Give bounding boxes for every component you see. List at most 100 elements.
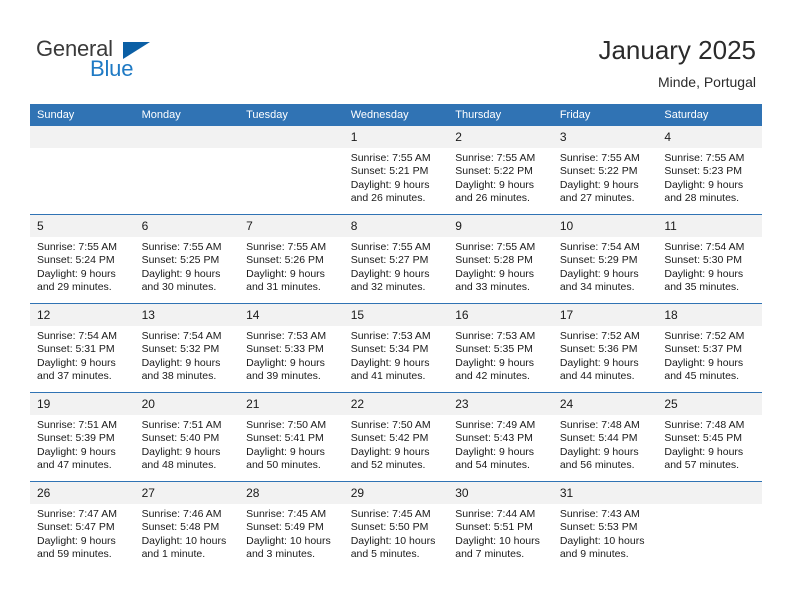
- day-detail-sunset: Sunset: 5:28 PM: [455, 254, 533, 267]
- calendar-day-cell[interactable]: 11 Sunrise: 7:54 AM Sunset: 5:30 PM Dayligh…: [657, 214, 762, 304]
- logo-text-blue: Blue: [90, 56, 134, 81]
- day-number: 19: [30, 393, 135, 415]
- calendar-day-cell[interactable]: 15 Sunrise: 7:53 AM Sunset: 5:34 PM Dayligh…: [343, 303, 449, 393]
- calendar-day-cell[interactable]: 23 Sunrise: 7:49 AM Sunset: 5:43 PM Dayligh…: [448, 392, 553, 482]
- day-detail-sunset: Sunset: 5:49 PM: [246, 521, 324, 534]
- day-details: Sunrise: 7:52 AM Sunset: 5:37 PM Daylight:…: [657, 326, 762, 384]
- page-subtitle: Minde, Portugal: [657, 74, 756, 90]
- calendar-week-row: 26 Sunrise: 7:47 AM Sunset: 5:47 PM Dayligh…: [30, 481, 762, 570]
- day-details: Sunrise: 7:54 AM Sunset: 5:30 PM Daylight:…: [657, 237, 762, 295]
- day-details: Sunrise: 7:45 AM Sunset: 5:49 PM Daylight:…: [239, 504, 344, 562]
- calendar-day-cell[interactable]: 10 Sunrise: 7:54 AM Sunset: 5:29 PM Dayligh…: [552, 214, 658, 304]
- calendar-day-cell-empty: [239, 126, 344, 215]
- day-detail-daylight-1: Daylight: 9 hours: [664, 445, 744, 458]
- calendar-day-cell[interactable]: 22 Sunrise: 7:50 AM Sunset: 5:42 PM Dayligh…: [343, 392, 449, 482]
- calendar-day-cell[interactable]: 4 Sunrise: 7:55 AM Sunset: 5:23 PM Daylight…: [657, 126, 762, 215]
- calendar-day-cell[interactable]: 24 Sunrise: 7:48 AM Sunset: 5:44 PM Dayligh…: [552, 392, 658, 482]
- day-number: 4: [657, 126, 762, 148]
- day-number: 11: [657, 215, 762, 237]
- day-detail-daylight-1: Daylight: 9 hours: [141, 445, 221, 458]
- calendar-day-cell[interactable]: 5 Sunrise: 7:55 AM Sunset: 5:24 PM Daylight…: [30, 214, 135, 304]
- day-detail-daylight-1: Daylight: 9 hours: [664, 356, 744, 369]
- calendar-day-cell[interactable]: 12 Sunrise: 7:54 AM Sunset: 5:31 PM Dayligh…: [30, 303, 135, 393]
- day-detail-daylight-2: and 45 minutes.: [664, 370, 740, 383]
- day-detail-sunrise: Sunrise: 7:50 AM: [350, 419, 431, 431]
- day-detail-daylight-1: Daylight: 9 hours: [350, 445, 430, 458]
- calendar-day-cell[interactable]: 2 Sunrise: 7:55 AM Sunset: 5:22 PM Daylight…: [448, 126, 553, 215]
- day-detail-sunset: Sunset: 5:48 PM: [141, 521, 220, 534]
- day-details: Sunrise: 7:54 AM Sunset: 5:29 PM Daylight:…: [553, 237, 658, 295]
- day-detail-sunrise: Sunrise: 7:46 AM: [141, 508, 222, 520]
- day-detail-sunset: Sunset: 5:47 PM: [37, 521, 115, 534]
- day-number: 17: [552, 304, 658, 326]
- day-detail-daylight-1: Daylight: 9 hours: [664, 267, 744, 280]
- day-detail-daylight-1: Daylight: 10 hours: [246, 534, 331, 547]
- day-number: 10: [552, 215, 658, 237]
- day-detail-daylight-2: and 47 minutes.: [37, 459, 112, 472]
- day-number: 27: [134, 482, 240, 504]
- day-number: 8: [343, 215, 449, 237]
- day-detail-sunrise: Sunrise: 7:55 AM: [350, 152, 431, 164]
- calendar-week-row: 19 Sunrise: 7:51 AM Sunset: 5:39 PM Dayligh…: [30, 392, 762, 482]
- calendar-day-cell[interactable]: 18 Sunrise: 7:52 AM Sunset: 5:37 PM Dayligh…: [657, 303, 762, 393]
- weekday-header-wednesday: Wednesday: [343, 104, 449, 126]
- day-detail-daylight-1: Daylight: 9 hours: [246, 356, 325, 369]
- calendar-body: 1 Sunrise: 7:55 AM Sunset: 5:21 PM Daylight…: [30, 126, 762, 570]
- day-number: 21: [239, 393, 344, 415]
- calendar-day-cell[interactable]: 6 Sunrise: 7:55 AM Sunset: 5:25 PM Daylight…: [134, 214, 240, 304]
- day-detail-sunrise: Sunrise: 7:50 AM: [246, 419, 327, 431]
- day-detail-sunrise: Sunrise: 7:54 AM: [559, 241, 640, 253]
- day-details: Sunrise: 7:51 AM Sunset: 5:40 PM Daylight:…: [135, 415, 240, 473]
- day-detail-sunrise: Sunrise: 7:48 AM: [664, 419, 745, 431]
- day-details: Sunrise: 7:55 AM Sunset: 5:28 PM Daylight:…: [448, 237, 553, 295]
- calendar-day-cell[interactable]: 25 Sunrise: 7:48 AM Sunset: 5:45 PM Dayligh…: [657, 392, 762, 482]
- day-detail-daylight-1: Daylight: 9 hours: [350, 267, 430, 280]
- calendar-day-cell[interactable]: 26 Sunrise: 7:47 AM Sunset: 5:47 PM Dayligh…: [30, 481, 135, 570]
- calendar-day-cell[interactable]: 16 Sunrise: 7:53 AM Sunset: 5:35 PM Dayligh…: [448, 303, 553, 393]
- weekday-header-thursday: Thursday: [448, 104, 553, 126]
- calendar-day-cell[interactable]: 9 Sunrise: 7:55 AM Sunset: 5:28 PM Daylight…: [448, 214, 553, 304]
- day-number: 16: [448, 304, 553, 326]
- day-detail-sunrise: Sunrise: 7:55 AM: [664, 152, 745, 164]
- day-detail-daylight-2: and 7 minutes.: [455, 548, 525, 561]
- calendar-day-cell[interactable]: 13 Sunrise: 7:54 AM Sunset: 5:32 PM Dayligh…: [134, 303, 240, 393]
- calendar-day-cell[interactable]: 29 Sunrise: 7:45 AM Sunset: 5:50 PM Dayligh…: [343, 481, 449, 570]
- day-details: Sunrise: 7:54 AM Sunset: 5:32 PM Daylight:…: [135, 326, 240, 384]
- calendar-day-cell[interactable]: 7 Sunrise: 7:55 AM Sunset: 5:26 PM Daylight…: [239, 214, 344, 304]
- day-detail-daylight-1: Daylight: 9 hours: [455, 445, 535, 458]
- day-detail-daylight-1: Daylight: 10 hours: [141, 534, 227, 547]
- day-detail-sunset: Sunset: 5:39 PM: [37, 432, 115, 445]
- calendar-day-cell[interactable]: 8 Sunrise: 7:55 AM Sunset: 5:27 PM Daylight…: [343, 214, 449, 304]
- calendar-day-cell[interactable]: 17 Sunrise: 7:52 AM Sunset: 5:36 PM Dayligh…: [552, 303, 658, 393]
- day-detail-sunrise: Sunrise: 7:44 AM: [455, 508, 536, 520]
- day-detail-daylight-2: and 59 minutes.: [37, 548, 112, 561]
- calendar-day-cell[interactable]: 21 Sunrise: 7:50 AM Sunset: 5:41 PM Dayligh…: [239, 392, 344, 482]
- day-details: Sunrise: 7:50 AM Sunset: 5:41 PM Daylight:…: [239, 415, 344, 473]
- calendar-day-cell[interactable]: 19 Sunrise: 7:51 AM Sunset: 5:39 PM Dayligh…: [30, 392, 135, 482]
- day-number: 26: [30, 482, 135, 504]
- day-detail-daylight-1: Daylight: 9 hours: [141, 267, 221, 280]
- calendar-day-cell[interactable]: 14 Sunrise: 7:53 AM Sunset: 5:33 PM Dayligh…: [239, 303, 344, 393]
- day-detail-sunrise: Sunrise: 7:51 AM: [37, 419, 117, 431]
- day-detail-sunrise: Sunrise: 7:52 AM: [559, 330, 640, 342]
- day-number: 6: [134, 215, 240, 237]
- day-number: 18: [657, 304, 762, 326]
- calendar-day-cell[interactable]: 31 Sunrise: 7:43 AM Sunset: 5:53 PM Dayligh…: [552, 481, 658, 570]
- calendar-day-cell[interactable]: 28 Sunrise: 7:45 AM Sunset: 5:49 PM Dayligh…: [239, 481, 344, 570]
- day-detail-sunset: Sunset: 5:29 PM: [559, 254, 638, 267]
- day-number: 13: [134, 304, 240, 326]
- day-detail-daylight-1: Daylight: 9 hours: [455, 356, 535, 369]
- calendar-day-cell[interactable]: 27 Sunrise: 7:46 AM Sunset: 5:48 PM Dayligh…: [134, 481, 240, 570]
- calendar-day-cell[interactable]: 20 Sunrise: 7:51 AM Sunset: 5:40 PM Dayligh…: [134, 392, 240, 482]
- day-details: Sunrise: 7:53 AM Sunset: 5:35 PM Daylight:…: [448, 326, 553, 384]
- calendar-day-cell[interactable]: 30 Sunrise: 7:44 AM Sunset: 5:51 PM Dayligh…: [448, 481, 553, 570]
- calendar-week-row: 12 Sunrise: 7:54 AM Sunset: 5:31 PM Dayligh…: [30, 303, 762, 393]
- day-detail-daylight-2: and 41 minutes.: [350, 370, 426, 383]
- day-detail-sunrise: Sunrise: 7:43 AM: [559, 508, 640, 520]
- calendar-day-cell[interactable]: 1 Sunrise: 7:55 AM Sunset: 5:21 PM Daylight…: [343, 126, 449, 215]
- day-number: 22: [343, 393, 449, 415]
- day-details: Sunrise: 7:44 AM Sunset: 5:51 PM Daylight:…: [448, 504, 553, 562]
- day-detail-sunrise: Sunrise: 7:54 AM: [141, 330, 222, 342]
- calendar-day-cell[interactable]: 3 Sunrise: 7:55 AM Sunset: 5:22 PM Daylight…: [552, 126, 658, 215]
- day-detail-sunset: Sunset: 5:30 PM: [664, 254, 743, 267]
